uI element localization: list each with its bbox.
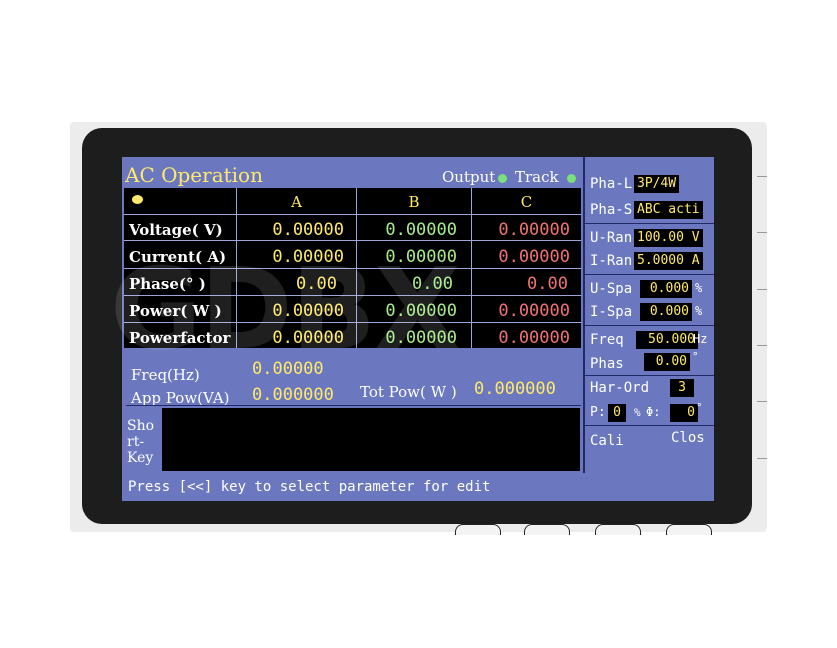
output-label: Output	[442, 168, 496, 186]
status-dot-icon	[132, 195, 143, 204]
shortkey-label: Sho rt- Key	[127, 418, 155, 466]
phi-unit: °	[696, 401, 703, 414]
u-ran-field[interactable]: 100.00 V	[634, 229, 703, 247]
app-pow-value[interactable]: 0.000000	[252, 385, 334, 405]
u-spa-unit: %	[695, 281, 703, 295]
har-ord-field[interactable]: 3	[670, 379, 694, 397]
current-c[interactable]: 0.00000	[472, 247, 570, 267]
hardware-key-3[interactable]	[595, 524, 641, 535]
phi-label: Φ:	[646, 405, 661, 419]
edge-tick	[757, 176, 767, 177]
phas-field[interactable]: 0.00	[644, 353, 690, 371]
cali-button[interactable]: Cali	[590, 433, 624, 449]
u-ran-label: U-Ran	[590, 230, 633, 246]
har-ord-label: Har-Ord	[590, 380, 650, 396]
pha-s-label: Pha-S	[590, 202, 633, 218]
voltage-b[interactable]: 0.00000	[357, 220, 457, 240]
freq-field[interactable]: 50.000	[636, 331, 698, 349]
column-header-c: C	[520, 193, 533, 211]
output-indicator-icon	[498, 174, 507, 183]
edge-tick	[757, 345, 767, 346]
edge-tick	[757, 458, 767, 459]
i-ran-field[interactable]: 5.0000 A	[634, 252, 703, 270]
u-spa-field[interactable]: 0.000	[640, 280, 692, 298]
pha-l-field[interactable]: 3P/4W	[634, 175, 680, 193]
i-spa-field[interactable]: 0.000	[640, 303, 692, 321]
column-header-b: B	[408, 193, 420, 211]
page-title: AC Operation	[125, 163, 263, 187]
i-spa-label: I-Spa	[590, 304, 633, 320]
freq-label: Freq	[590, 332, 624, 348]
status-bar-text: Press [<<] key to select parameter for e…	[128, 479, 491, 495]
u-spa-label: U-Spa	[590, 281, 633, 297]
hardware-key-2[interactable]	[524, 524, 570, 535]
phas-unit: °	[692, 350, 699, 363]
track-indicator-icon	[567, 174, 576, 183]
phas-label: Phas	[590, 356, 624, 372]
powerfactor-c[interactable]: 0.00000	[472, 328, 570, 348]
hardware-key-1[interactable]	[455, 524, 501, 535]
watermark-logo: GDBX	[110, 245, 461, 375]
phase-c[interactable]: 0.00	[472, 274, 568, 294]
tot-pow-value[interactable]: 0.000000	[474, 379, 556, 399]
voltage-c[interactable]: 0.00000	[472, 220, 570, 240]
tot-pow-label: Tot Pow( W )	[360, 383, 457, 401]
clos-button[interactable]: Clos	[671, 430, 705, 446]
p-label: P:	[590, 405, 606, 420]
row-label-voltage: Voltage( V)	[129, 221, 223, 239]
percent-label: %	[634, 406, 641, 419]
i-spa-unit: %	[695, 304, 703, 318]
pha-l-label: Pha-L	[590, 176, 633, 192]
edge-tick	[757, 289, 767, 290]
shortkey-panel[interactable]	[162, 408, 580, 471]
edge-tick	[757, 232, 767, 233]
freq-unit: Hz	[693, 332, 708, 346]
phi-field[interactable]: 0	[670, 404, 698, 422]
track-label: Track	[515, 168, 559, 186]
power-c[interactable]: 0.00000	[472, 301, 570, 321]
edge-tick	[757, 401, 767, 402]
hardware-key-4[interactable]	[666, 524, 712, 535]
p-field[interactable]: 0	[608, 404, 626, 422]
pha-s-field[interactable]: ABC acti	[634, 201, 703, 219]
column-header-a: A	[291, 193, 302, 211]
voltage-a[interactable]: 0.00000	[237, 220, 344, 240]
i-ran-label: I-Ran	[590, 253, 633, 269]
